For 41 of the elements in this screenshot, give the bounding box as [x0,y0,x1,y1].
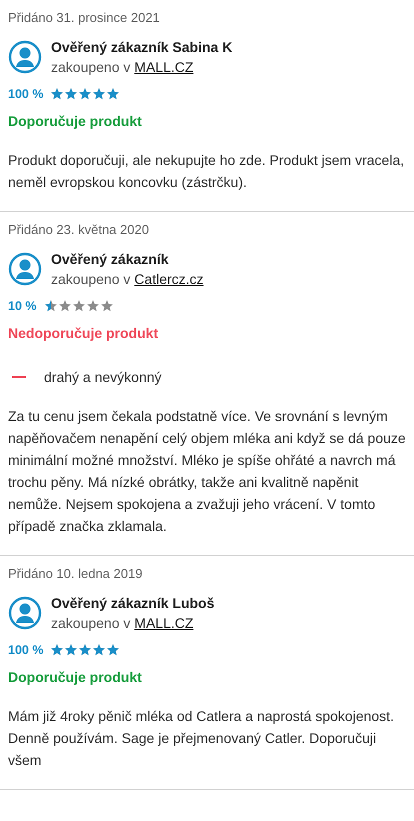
star-icon [100,299,114,313]
star-icon [64,643,78,657]
star-icon [78,643,92,657]
reviewer-name: Ověřený zákazník [51,250,170,269]
recommendation-label: Doporučuje produkt [8,113,143,129]
rating-percent: 100 % [8,87,44,101]
review-date: Přidáno 10. ledna 2019 [8,566,144,581]
avatar-icon [8,596,42,630]
star-icon [50,87,64,101]
reviewer-name: Ověřený zákazník Sabina K [51,38,232,57]
reviewer-name: Ověřený zákazník Luboš [51,594,214,613]
rating-percent: 100 % [8,643,44,657]
review-text: Za tu cenu jsem čekala podstatně více. Ve srovnání s levným napěňovačem nenapění celý objem mléka ani když se dá pouze minimální možné množství. Mléko je spíše ohřáté a navrch má trochu pěny. Má nízké obrátky, takže ani kvalitně napěnit nemůže. Nejsem spokojena a zvažuji jeho vrácení. V tomto případě značka zklamala. [8,407,406,536]
rating-percent: 10 % [8,299,36,313]
review-date: Přidáno 31. prosince 2021 [8,10,161,25]
star-icon [92,643,106,657]
star-icon [44,299,58,313]
avatar-icon [8,40,42,74]
star-icon [86,299,100,313]
minus-icon [12,376,26,378]
con-item: drahý a nevýkonný [44,369,162,385]
recommendation-label: Nedoporučuje produkt [8,325,160,341]
avatar-icon [8,252,42,286]
star-icon [78,87,92,101]
purchased-label: zakoupeno v [51,615,130,631]
review-date: Přidáno 23. května 2020 [8,222,150,237]
star-icon [64,87,78,101]
shop-link[interactable]: MALL.CZ [134,615,194,631]
shop-link[interactable]: MALL.CZ [134,59,194,75]
purchased-label: zakoupeno v [51,271,130,287]
review-text: Mám již 4roky pěnič mléka od Catlera a naprostá spokojenost. Denně používám. Sage je přejmenovaný Catler. Doporučuji všem [8,707,395,770]
review-text: Produkt doporučuji, ale nekupujte ho zde. Produkt jsem vracela, neměl evropskou koncovku (zástrčku). [8,151,406,192]
star-icon [106,643,120,657]
star-icon [72,299,86,313]
recommendation-label: Doporučuje produkt [8,669,143,685]
purchased-label: zakoupeno v [51,59,130,75]
star-icon [58,299,72,313]
star-icon [50,643,64,657]
shop-link[interactable]: Catlercz.cz [134,271,204,287]
star-icon [106,87,120,101]
star-icon [92,87,106,101]
